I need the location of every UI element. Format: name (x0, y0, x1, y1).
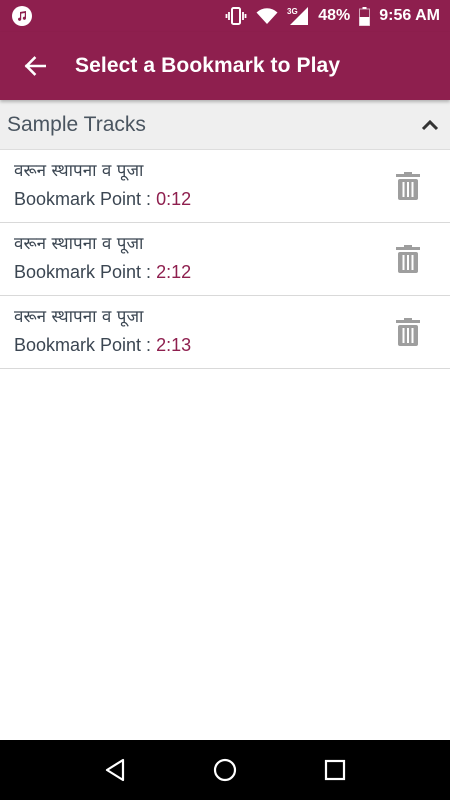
back-button[interactable] (0, 32, 70, 100)
page-title: Select a Bookmark to Play (75, 54, 341, 77)
battery-icon (359, 6, 371, 26)
wifi-icon (256, 7, 278, 25)
status-left (12, 6, 32, 26)
battery-percent: 48% (318, 7, 351, 24)
bookmark-row[interactable]: वरून स्थापना व पूजा Bookmark Point : 0:1… (0, 150, 450, 223)
delete-bookmark-button[interactable] (394, 316, 422, 348)
bookmark-text: वरून स्थापना व पूजा Bookmark Point : 2:1… (14, 233, 191, 286)
nav-recents-button[interactable] (310, 745, 360, 795)
clock-time: 9:56 AM (379, 7, 440, 24)
bookmark-time: 2:12 (156, 261, 192, 282)
nav-home-button[interactable] (200, 745, 250, 795)
signal-type-label: 3G (287, 7, 298, 16)
arrow-left-icon (24, 56, 46, 76)
group-title: Sample Tracks (7, 112, 146, 136)
bookmark-text: वरून स्थापना व पूजा Bookmark Point : 0:1… (14, 160, 191, 213)
triangle-back-icon (105, 758, 125, 782)
trash-icon (396, 318, 420, 346)
bookmark-row[interactable]: वरून स्थापना व पूजा Bookmark Point : 2:1… (0, 296, 450, 369)
status-bar: 3G 48% 9:56 AM (0, 0, 450, 32)
bookmark-text: वरून स्थापना व पूजा Bookmark Point : 2:1… (14, 306, 191, 359)
navigation-bar (0, 740, 450, 800)
delete-bookmark-button[interactable] (394, 243, 422, 275)
status-right: 3G 48% 9:56 AM (225, 6, 440, 26)
bookmark-label: Bookmark Point : (14, 334, 157, 355)
vibrate-icon (225, 7, 247, 25)
app-bar: Select a Bookmark to Play (0, 32, 450, 100)
bookmark-list: वरून स्थापना व पूजा Bookmark Point : 0:1… (0, 150, 450, 369)
group-header-sample-tracks[interactable]: Sample Tracks (0, 100, 450, 150)
collapse-button[interactable] (418, 113, 442, 137)
trash-icon (396, 245, 420, 273)
bookmark-time: 2:13 (156, 334, 192, 355)
cell-signal-icon: 3G (287, 6, 309, 26)
bookmark-point: Bookmark Point : 0:12 (14, 185, 191, 213)
bookmark-label: Bookmark Point : (14, 188, 157, 209)
track-name: वरून स्थापना व पूजा (14, 306, 144, 327)
track-name: वरून स्थापना व पूजा (14, 160, 144, 181)
bookmark-row[interactable]: वरून स्थापना व पूजा Bookmark Point : 2:1… (0, 223, 450, 296)
nav-back-button[interactable] (90, 745, 140, 795)
chevron-up-icon (421, 119, 439, 130)
delete-bookmark-button[interactable] (394, 170, 422, 202)
track-name: वरून स्थापना व पूजा (14, 233, 144, 254)
bookmark-point: Bookmark Point : 2:12 (14, 258, 191, 286)
bookmark-time: 0:12 (156, 188, 192, 209)
trash-icon (396, 172, 420, 200)
bookmark-label: Bookmark Point : (14, 261, 157, 282)
music-notification-icon (12, 6, 32, 26)
circle-home-icon (213, 758, 237, 782)
bookmark-point: Bookmark Point : 2:13 (14, 331, 191, 359)
square-recents-icon (324, 759, 346, 781)
